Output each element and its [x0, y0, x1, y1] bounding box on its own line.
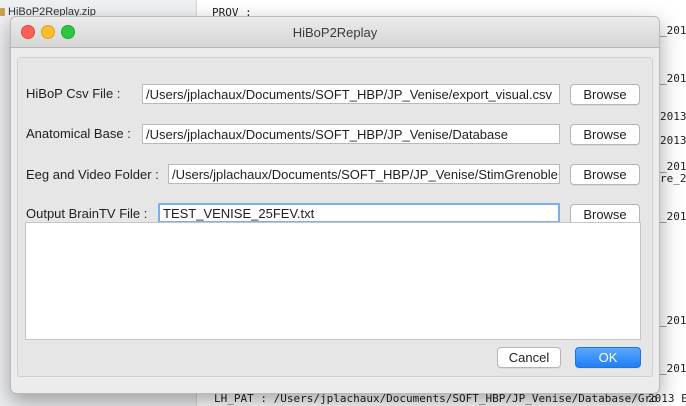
log-output-area[interactable]: [25, 222, 641, 340]
output-braintv-label: Output BrainTV File :: [26, 206, 148, 221]
csv-file-field[interactable]: /Users/jplachaux/Documents/SOFT_HBP/JP_V…: [142, 84, 560, 104]
background-code-fragment: _2013_: [660, 24, 686, 37]
cancel-button[interactable]: Cancel: [497, 347, 561, 368]
eeg-video-folder-field[interactable]: /Users/jplachaux/Documents/SOFT_HBP/JP_V…: [168, 164, 560, 184]
csv-file-label: HiBoP Csv File :: [26, 86, 121, 101]
browse-csv-button[interactable]: Browse: [570, 84, 640, 105]
window-titlebar[interactable]: HiBoP2Replay: [11, 17, 659, 48]
background-code-fragment: _2013_: [660, 210, 686, 223]
anatomical-base-field[interactable]: /Users/jplachaux/Documents/SOFT_HBP/JP_V…: [142, 124, 560, 144]
background-code-fragment: re_201: [660, 172, 686, 185]
background-code-fragment: _2013_: [660, 314, 686, 327]
eeg-video-folder-label: Eeg and Video Folder :: [26, 167, 159, 182]
background-code-fragment: _2013_: [660, 72, 686, 85]
background-code-fragment: 2013_E: [660, 134, 686, 147]
browse-anatomical-base-button[interactable]: Browse: [570, 124, 640, 145]
zip-file-icon: [0, 8, 5, 16]
background-code-fragment: _2013_: [660, 362, 686, 375]
window-title: HiBoP2Replay: [292, 25, 378, 40]
background-code-fragment: 2013_E: [660, 110, 686, 123]
anatomical-base-label: Anatomical Base :: [26, 126, 131, 141]
output-braintv-field[interactable]: TEST_VENISE_25FEV.txt: [158, 203, 560, 223]
browse-eeg-video-button[interactable]: Browse: [570, 164, 640, 185]
ok-button[interactable]: OK: [575, 347, 641, 368]
hibop2replay-dialog: HiBoP2Replay HiBoP Csv File : /Users/jpl…: [10, 16, 660, 394]
